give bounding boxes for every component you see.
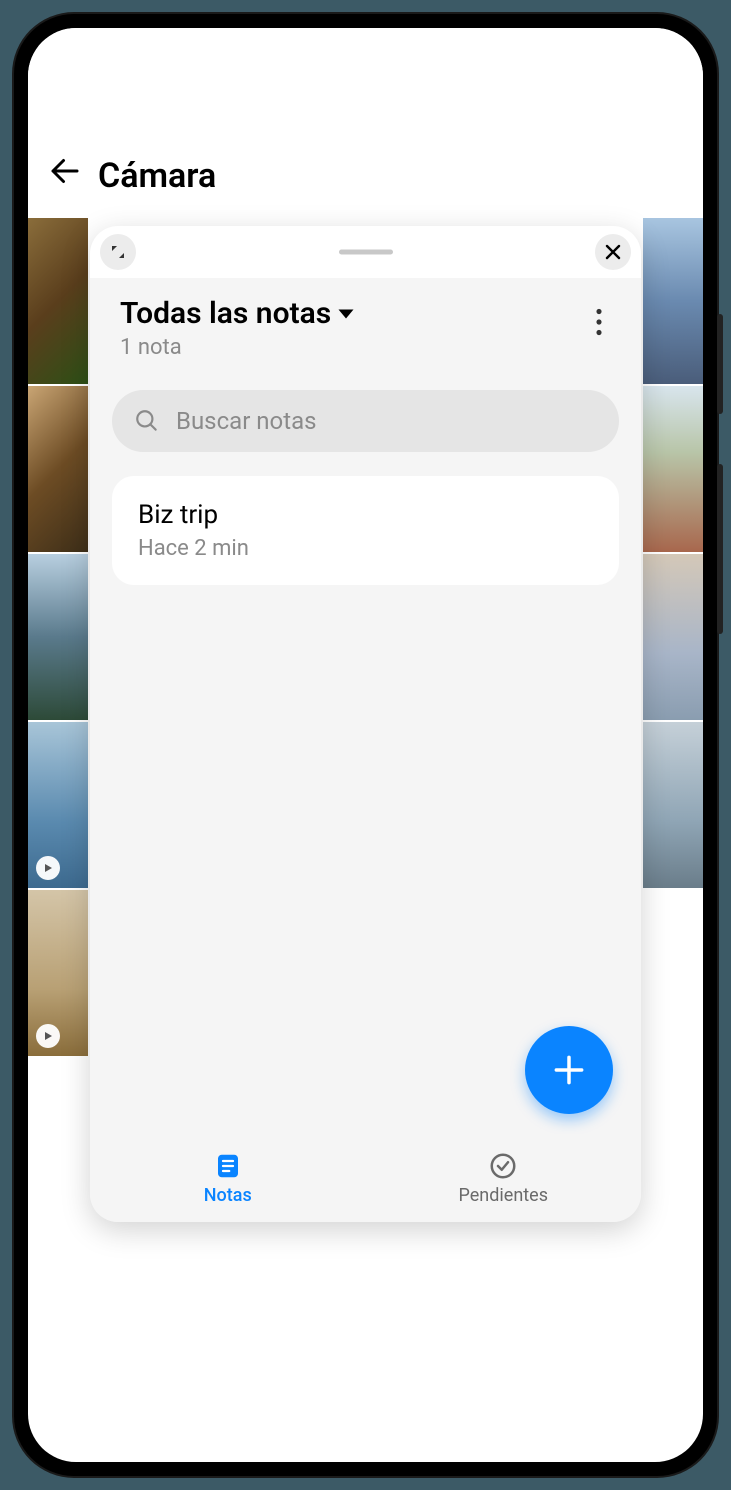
thumbnail[interactable] — [28, 218, 88, 384]
play-icon — [36, 856, 60, 880]
search-input[interactable]: Buscar notas — [112, 390, 619, 452]
close-icon — [604, 243, 622, 261]
more-options-button[interactable] — [587, 296, 611, 352]
note-list-item[interactable]: Biz trip Hace 2 min — [112, 476, 619, 585]
check-circle-icon — [488, 1151, 518, 1181]
chevron-down-icon — [337, 305, 355, 323]
background-app-title: Cámara — [98, 156, 216, 196]
thumbnail[interactable] — [643, 554, 703, 720]
thumbnail[interactable] — [28, 722, 88, 888]
thumbnail[interactable] — [28, 386, 88, 552]
back-button[interactable] — [40, 146, 90, 196]
phone-frame: Cámara — [14, 14, 717, 1476]
search-placeholder: Buscar notas — [176, 407, 317, 435]
more-vertical-icon — [595, 308, 603, 336]
plus-icon — [550, 1051, 588, 1089]
notes-collection-title: Todas las notas — [120, 296, 331, 331]
arrow-left-icon — [47, 153, 83, 189]
play-icon — [36, 1024, 60, 1048]
tab-notes[interactable]: Notas — [90, 1134, 366, 1222]
thumbnail[interactable] — [28, 554, 88, 720]
bottom-tab-bar: Notas Pendientes — [90, 1134, 641, 1222]
notes-count: 1 nota — [120, 335, 587, 360]
note-timestamp: Hace 2 min — [138, 536, 593, 561]
thumbnail[interactable] — [643, 722, 703, 888]
close-button[interactable] — [595, 234, 631, 270]
thumbnail[interactable] — [28, 890, 88, 1056]
notes-overlay-card: Todas las notas 1 nota — [90, 226, 641, 1222]
tab-notes-label: Notas — [204, 1185, 252, 1206]
note-title: Biz trip — [138, 500, 593, 530]
notes-header: Todas las notas 1 nota — [90, 278, 641, 368]
tab-todos[interactable]: Pendientes — [366, 1134, 642, 1222]
expand-icon — [110, 244, 126, 260]
notes-header-title-block[interactable]: Todas las notas 1 nota — [120, 296, 587, 360]
add-note-button[interactable] — [525, 1026, 613, 1114]
phone-screen: Cámara — [28, 28, 703, 1462]
overlay-handle-row[interactable] — [90, 226, 641, 278]
thumbnail[interactable] — [643, 386, 703, 552]
expand-button[interactable] — [100, 234, 136, 270]
thumbnail-column-left — [28, 218, 88, 1462]
thumbnail[interactable] — [643, 218, 703, 384]
background-app-header: Cámara — [28, 28, 703, 218]
drag-handle-icon[interactable] — [339, 250, 393, 255]
thumbnail-column-right — [643, 218, 703, 1462]
notes-icon — [213, 1151, 243, 1181]
tab-todos-label: Pendientes — [459, 1185, 548, 1206]
volume-button — [717, 314, 723, 414]
search-icon — [134, 408, 160, 434]
power-button — [717, 464, 723, 634]
